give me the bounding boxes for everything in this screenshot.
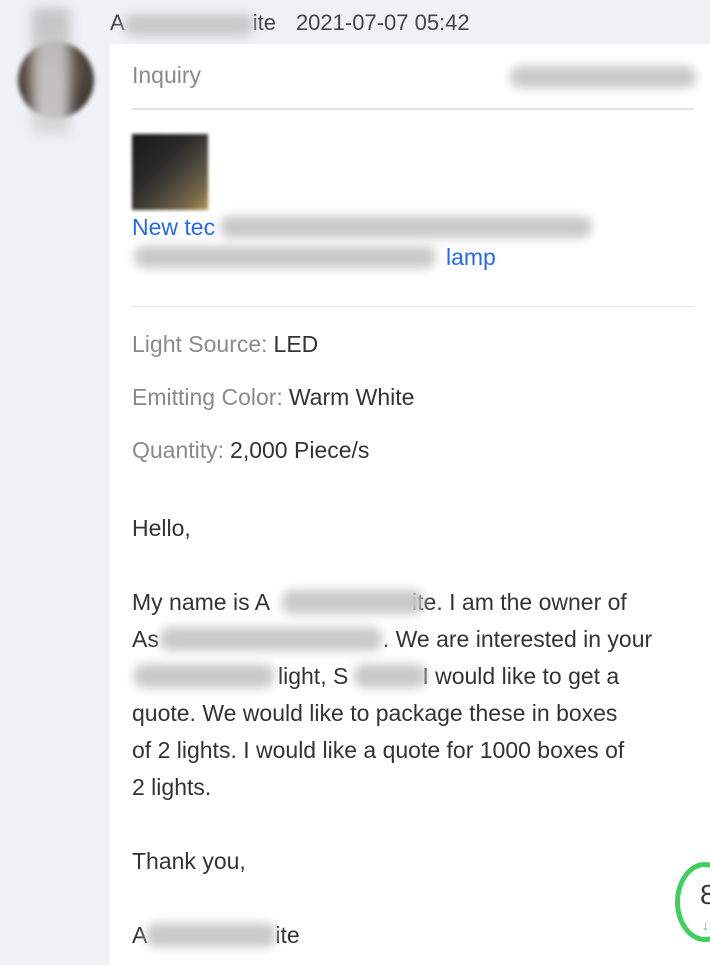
attribute-row: Quantity: 2,000 Piece/s <box>132 435 414 488</box>
redaction-blur <box>510 66 696 88</box>
attribute-label: Emitting Color: <box>132 384 283 410</box>
message-closing: Thank you, <box>132 848 246 874</box>
attribute-value: LED <box>273 331 319 357</box>
product-section: New tec lamp <box>132 134 694 307</box>
product-link[interactable]: New tec lamp <box>132 212 602 272</box>
message-header: Aite 2021-07-07 05:42 <box>110 8 470 38</box>
message-text: . We are interested in your <box>382 626 653 652</box>
product-link-line2: lamp <box>132 242 602 272</box>
message-signature: Aite <box>132 917 698 954</box>
message-text: My name is A <box>132 589 271 615</box>
sender-name-start: A <box>110 10 125 35</box>
message-text: As <box>132 626 159 652</box>
message-greeting: Hello, <box>132 515 191 541</box>
product-link-text-1: New tec <box>132 214 216 240</box>
redaction-blur <box>134 246 436 268</box>
message-text: I would like to get a <box>422 663 620 689</box>
redaction-blur <box>220 216 592 238</box>
sender-name[interactable]: Aite <box>110 10 276 36</box>
redaction-blur <box>146 923 276 947</box>
message-text: ite. I am the owner of <box>412 589 627 615</box>
product-thumbnail[interactable] <box>132 134 208 210</box>
product-link-line1: New tec <box>132 212 602 242</box>
redaction-blur <box>282 590 424 614</box>
redaction-blur <box>134 664 274 688</box>
message-text: of 2 lights. I would like a quote for 10… <box>132 737 625 763</box>
attribute-row: Light Source: LED <box>132 329 414 382</box>
attribute-label: Quantity: <box>132 437 225 463</box>
redaction-blur <box>354 664 426 688</box>
message-paragraph: My name is A ite. I am the owner of As . W… <box>132 584 698 806</box>
card-header: Inquiry <box>132 62 696 110</box>
redaction-blur <box>124 14 254 36</box>
card-title: Inquiry <box>132 62 202 88</box>
message-text: light, S <box>278 663 349 689</box>
redaction-blur <box>160 627 382 651</box>
score-value: 8 <box>700 879 710 910</box>
arrow-down-icon: ↓ <box>702 917 709 933</box>
attribute-value: 2,000 Piece/s <box>230 437 370 463</box>
product-attributes: Light Source: LED Emitting Color: Warm Whi… <box>132 329 414 488</box>
attribute-value: Warm White <box>288 384 415 410</box>
message-body: Hello, My name is A ite. I am the owner o… <box>132 510 698 954</box>
inquiry-card: Inquiry New tec lamp Light Source: LED Em… <box>110 44 710 965</box>
message-text: ite <box>275 922 300 948</box>
attribute-label: Light Source: <box>132 331 268 357</box>
message-text: quote. We would like to package these in… <box>132 700 618 726</box>
sender-name-end: ite <box>252 10 276 35</box>
message-timestamp: 2021-07-07 05:42 <box>295 10 470 35</box>
product-link-text-2: lamp <box>446 244 496 270</box>
attribute-row: Emitting Color: Warm White <box>132 382 414 435</box>
redaction-blur <box>32 8 70 134</box>
message-text: 2 lights. <box>132 774 212 800</box>
